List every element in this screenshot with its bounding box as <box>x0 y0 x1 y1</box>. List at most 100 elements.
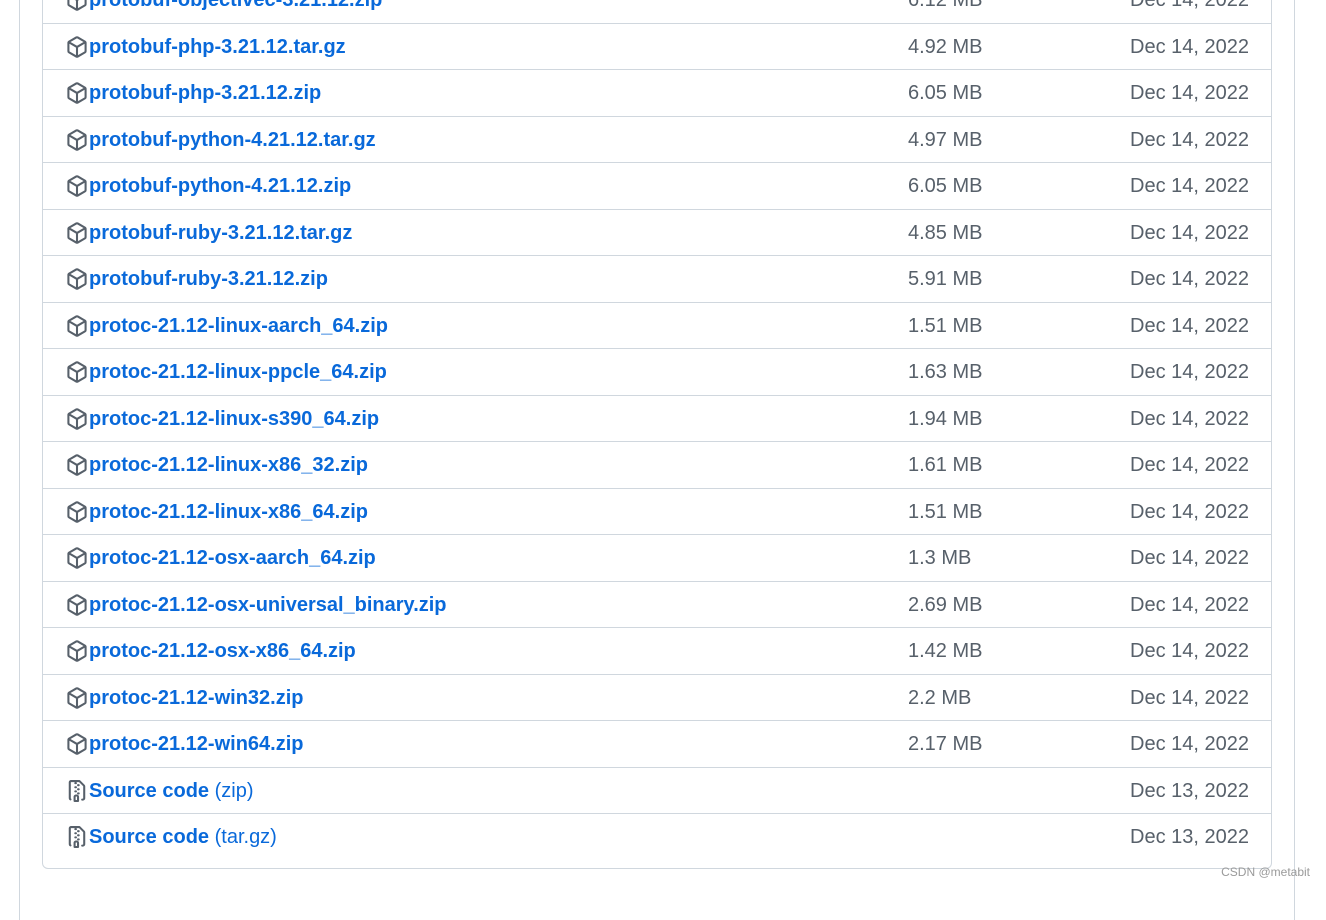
asset-size: 4.97 MB <box>908 128 983 151</box>
package-icon <box>66 361 88 383</box>
asset-row: protoc-21.12-linux-x86_32.zip 1.61 MB Dec … <box>43 442 1271 489</box>
asset-name: protoc-21.12-win64.zip <box>89 733 304 755</box>
asset-size: 2.17 MB <box>908 733 983 755</box>
asset-download-link[interactable]: Source code (tar.gz) <box>89 814 277 860</box>
package-icon <box>66 82 88 104</box>
asset-name: Source code <box>89 826 210 848</box>
asset-name: protobuf-objectivec-3.21.12.zip <box>89 0 383 11</box>
asset-download-link[interactable]: protobuf-php-3.21.12.zip <box>89 70 321 116</box>
asset-row: protoc-21.12-linux-aarch_64.zip 1.51 MB De… <box>43 303 1271 349</box>
asset-date: Dec 14, 2022 <box>1130 407 1249 430</box>
asset-row: protoc-21.12-osx-universal_binary.zip 2.6… <box>43 582 1271 628</box>
asset-download-link[interactable]: protobuf-php-3.21.12.tar.gz <box>89 24 346 70</box>
asset-name: protoc-21.12-win32.zip <box>89 686 304 709</box>
asset-date: Dec 14, 2022 <box>1130 221 1249 244</box>
asset-date: Dec 14, 2022 <box>1130 361 1249 383</box>
asset-size: 1.63 MB <box>908 361 983 383</box>
package-icon <box>66 500 88 523</box>
asset-download-link[interactable]: protobuf-ruby-3.21.12.tar.gz <box>89 210 352 256</box>
asset-date: Dec 14, 2022 <box>1130 500 1249 523</box>
asset-size: 1.51 MB <box>908 314 983 337</box>
package-icon <box>66 593 88 616</box>
asset-size: 4.85 MB <box>908 221 983 244</box>
file-zip-icon <box>66 779 88 802</box>
asset-size: 2.69 MB <box>908 593 983 616</box>
asset-size: 6.05 MB <box>908 82 983 104</box>
package-icon <box>66 128 88 151</box>
asset-date: Dec 14, 2022 <box>1130 454 1249 476</box>
asset-date: Dec 13, 2022 <box>1130 826 1249 848</box>
asset-date: Dec 13, 2022 <box>1130 779 1249 802</box>
asset-name: protoc-21.12-linux-x86_32.zip <box>89 454 368 476</box>
asset-size: 6.05 MB <box>908 175 983 197</box>
asset-row: protobuf-objectivec-3.21.12.zip 6.12 MB De… <box>43 0 1271 24</box>
asset-name: protobuf-php-3.21.12.zip <box>89 82 322 104</box>
asset-row: Source code (zip) Dec 13, 2022 <box>43 768 1271 814</box>
package-icon <box>66 454 88 476</box>
asset-row: protoc-21.12-linux-s390_64.zip 1.94 MB Dec… <box>43 396 1271 442</box>
asset-name: protobuf-ruby-3.21.12.zip <box>89 268 328 290</box>
asset-download-link[interactable]: protoc-21.12-osx-universal_binary.zip <box>89 582 447 628</box>
asset-date: Dec 14, 2022 <box>1130 268 1249 290</box>
asset-download-link[interactable]: protobuf-python-4.21.12.zip <box>89 163 351 209</box>
asset-size: 1.94 MB <box>908 407 983 430</box>
asset-download-link[interactable]: protobuf-objectivec-3.21.12.zip <box>89 0 382 23</box>
asset-download-link[interactable]: protobuf-python-4.21.12.tar.gz <box>89 117 376 163</box>
package-icon <box>66 35 88 58</box>
watermark: CSDN @metabit <box>1221 865 1310 879</box>
asset-row: Source code (tar.gz) Dec 13, 2022 <box>43 814 1271 861</box>
asset-date: Dec 14, 2022 <box>1130 593 1249 616</box>
asset-name: Source code <box>89 779 210 802</box>
package-icon <box>66 640 88 662</box>
asset-name: protoc-21.12-linux-x86_64.zip <box>89 500 368 523</box>
file-zip-icon <box>66 826 88 848</box>
package-icon <box>66 175 88 197</box>
asset-date: Dec 14, 2022 <box>1130 35 1249 58</box>
asset-row: protoc-21.12-osx-aarch_64.zip 1.3 MB Dec 1… <box>43 535 1271 582</box>
asset-row: protoc-21.12-win64.zip 2.17 MB Dec 14, 202… <box>43 721 1271 768</box>
asset-row: protobuf-php-3.21.12.tar.gz 4.92 MB Dec 14… <box>43 24 1271 70</box>
asset-name: protoc-21.12-linux-s390_64.zip <box>89 407 380 430</box>
asset-download-link[interactable]: Source code (zip) <box>89 768 254 814</box>
asset-date: Dec 14, 2022 <box>1130 640 1249 662</box>
asset-name: protobuf-ruby-3.21.12.tar.gz <box>89 221 353 244</box>
asset-download-link[interactable]: protoc-21.12-linux-ppcle_64.zip <box>89 349 387 395</box>
asset-date: Dec 14, 2022 <box>1130 0 1249 11</box>
asset-name: protoc-21.12-linux-aarch_64.zip <box>89 314 388 337</box>
asset-download-link[interactable]: protoc-21.12-linux-x86_64.zip <box>89 489 368 535</box>
asset-size: 1.51 MB <box>908 500 983 523</box>
asset-name: protoc-21.12-osx-x86_64.zip <box>89 640 356 662</box>
asset-row: protoc-21.12-osx-x86_64.zip 1.42 MB Dec 14… <box>43 628 1271 675</box>
asset-row: protoc-21.12-linux-ppcle_64.zip 1.63 MB De… <box>43 349 1271 396</box>
package-icon <box>66 0 88 11</box>
package-icon <box>66 314 88 337</box>
asset-date: Dec 14, 2022 <box>1130 314 1249 337</box>
asset-size: 6.12 MB <box>908 0 983 11</box>
asset-name: protobuf-python-4.21.12.zip <box>89 175 352 197</box>
asset-date: Dec 14, 2022 <box>1130 686 1249 709</box>
package-icon <box>66 686 88 709</box>
assets-list: protobuf-objectivec-3.21.12.zip 6.12 MB De… <box>42 0 1272 869</box>
asset-download-link[interactable]: protobuf-ruby-3.21.12.zip <box>89 256 328 302</box>
asset-row: protobuf-ruby-3.21.12.tar.gz 4.85 MB Dec 1… <box>43 210 1271 256</box>
asset-download-link[interactable]: protoc-21.12-win32.zip <box>89 675 304 721</box>
package-icon <box>66 221 88 244</box>
asset-size: 4.92 MB <box>908 35 983 58</box>
asset-download-link[interactable]: protoc-21.12-linux-x86_32.zip <box>89 442 368 488</box>
asset-size: 1.42 MB <box>908 640 983 662</box>
asset-download-link[interactable]: protoc-21.12-linux-aarch_64.zip <box>89 303 388 349</box>
asset-download-link[interactable]: protoc-21.12-osx-x86_64.zip <box>89 628 356 674</box>
asset-date: Dec 14, 2022 <box>1130 82 1249 104</box>
asset-row: protoc-21.12-win32.zip 2.2 MB Dec 14, 2022 <box>43 675 1271 721</box>
asset-download-link[interactable]: protoc-21.12-osx-aarch_64.zip <box>89 535 376 581</box>
asset-format: (tar.gz) <box>214 826 277 848</box>
asset-download-link[interactable]: protoc-21.12-win64.zip <box>89 721 304 767</box>
asset-download-link[interactable]: protoc-21.12-linux-s390_64.zip <box>89 396 379 442</box>
asset-size: 2.2 MB <box>908 686 972 709</box>
asset-date: Dec 14, 2022 <box>1130 733 1249 755</box>
asset-row: protobuf-python-4.21.12.tar.gz 4.97 MB Dec… <box>43 117 1271 163</box>
asset-format: (zip) <box>214 779 254 802</box>
asset-row: protobuf-python-4.21.12.zip 6.05 MB Dec 14… <box>43 163 1271 210</box>
asset-name: protobuf-python-4.21.12.tar.gz <box>89 128 376 151</box>
asset-row: protobuf-php-3.21.12.zip 6.05 MB Dec 14, 2… <box>43 70 1271 117</box>
